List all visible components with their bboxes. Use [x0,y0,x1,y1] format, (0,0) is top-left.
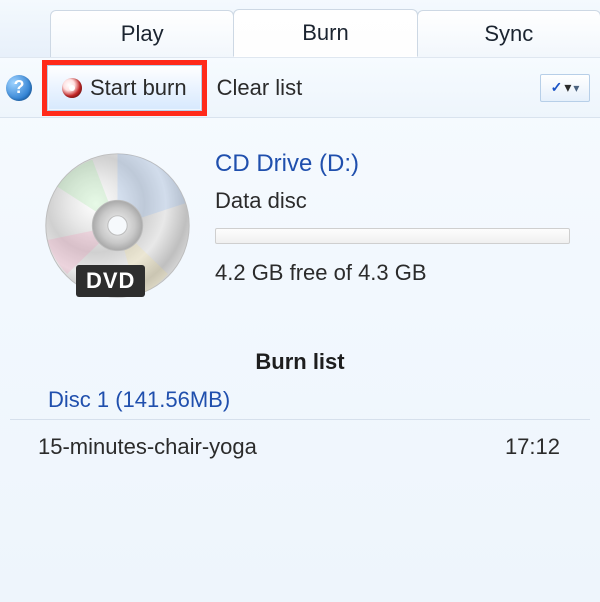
burn-list-header: Burn list [0,333,600,387]
chevron-down-icon: ▾ [564,79,571,96]
track-name: 15-minutes-chair-yoga [38,434,257,460]
chevron-down-icon: ▾ [573,81,579,95]
drive-panel: DVD CD Drive (D:) Data disc 4.2 GB free … [0,118,600,333]
list-options-button[interactable]: ✓ ▾ ▾ [540,74,590,102]
start-burn-label: Start burn [90,75,187,101]
clear-list-button[interactable]: Clear list [217,75,303,101]
drive-type-label: Data disc [215,188,570,214]
clear-list-label: Clear list [217,75,303,100]
capacity-label: 4.2 GB free of 4.3 GB [215,260,570,286]
tab-sync[interactable]: Sync [417,10,600,57]
tab-bar: Play Burn Sync [0,0,600,58]
tab-burn[interactable]: Burn [233,9,417,57]
tab-play[interactable]: Play [50,10,234,57]
start-burn-button[interactable]: Start burn [47,65,202,111]
burn-disc-icon [62,78,82,98]
highlight-annotation: Start burn [42,60,207,116]
tab-label: Sync [484,21,533,47]
drive-info: CD Drive (D:) Data disc 4.2 GB free of 4… [215,148,570,286]
help-icon[interactable]: ? [6,75,32,101]
capacity-bar [215,228,570,244]
drive-title: CD Drive (D:) [215,150,570,178]
tab-label: Play [121,21,164,47]
track-duration: 17:12 [505,434,560,460]
list-item[interactable]: 15-minutes-chair-yoga 17:12 [0,430,600,464]
checkmark-icon: ✓ [551,79,563,96]
dvd-badge: DVD [76,265,145,297]
disc-group-label: Disc 1 (141.56MB) [10,387,590,420]
toolbar: ? Start burn Clear list ✓ ▾ ▾ [0,58,600,118]
tab-label: Burn [302,20,348,46]
dvd-disc-icon: DVD [40,148,195,303]
